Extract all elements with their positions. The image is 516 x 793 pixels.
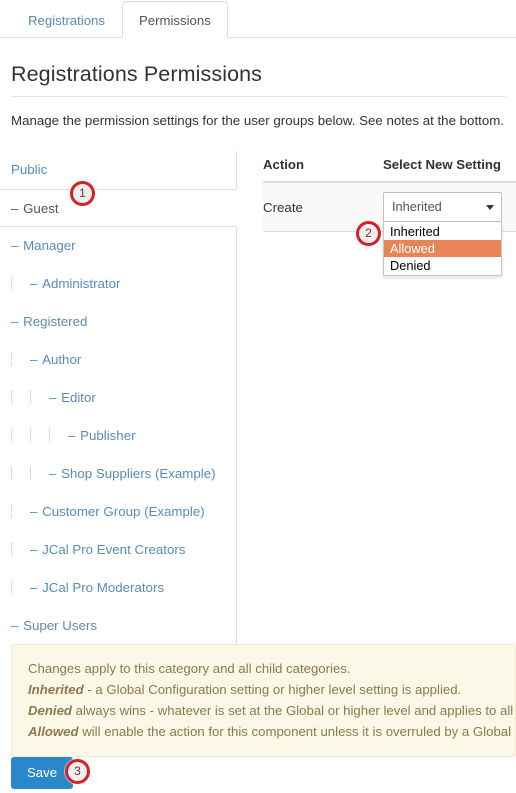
tree-guide-icon bbox=[30, 429, 49, 442]
sidebar-item-guest[interactable]: – Guest bbox=[0, 189, 237, 227]
setting-select-wrapper: Inherited Inherited Allowed Denied bbox=[383, 192, 502, 276]
note-text-inherited: - a Global Configuration setting or high… bbox=[83, 682, 462, 697]
setting-select-value: Inherited bbox=[392, 199, 442, 214]
permissions-table: Action Select New Setting Create Inherit… bbox=[263, 151, 516, 276]
tree-guide-icon bbox=[11, 581, 30, 594]
tree-dash: – bbox=[30, 580, 43, 595]
tree-dash: – bbox=[30, 542, 43, 557]
group-label: Registered bbox=[23, 314, 88, 329]
group-label: Shop Suppliers (Example) bbox=[61, 466, 216, 481]
note-term-denied: Denied bbox=[28, 703, 72, 718]
sidebar-item-registered[interactable]: – Registered bbox=[0, 303, 236, 341]
group-label: Author bbox=[42, 352, 82, 367]
tree-guide-icon bbox=[11, 505, 30, 518]
group-label: Public bbox=[11, 162, 48, 177]
tree-guide-icon bbox=[11, 429, 30, 442]
group-label: Publisher bbox=[80, 428, 136, 443]
tab-bar: Registrations Permissions bbox=[0, 0, 516, 38]
table-body: Create Inherited Inherited Allowed Denie… bbox=[263, 182, 516, 276]
setting-select-options: Inherited Allowed Denied bbox=[383, 222, 502, 276]
callout-badge-2: 2 bbox=[356, 221, 381, 246]
group-label: Guest bbox=[23, 201, 59, 216]
setting-select[interactable]: Inherited bbox=[383, 192, 502, 222]
sidebar-item-customer-group[interactable]: – Customer Group (Example) bbox=[0, 493, 236, 531]
setting-cell: Inherited Inherited Allowed Denied bbox=[383, 182, 516, 276]
option-denied[interactable]: Denied bbox=[384, 257, 501, 274]
tab-registrations[interactable]: Registrations bbox=[11, 1, 122, 38]
table-header-row: Action Select New Setting bbox=[263, 151, 516, 183]
note-line-3: Denied always wins - whatever is set at … bbox=[28, 700, 515, 721]
tab-permissions[interactable]: Permissions bbox=[121, 1, 228, 38]
sidebar-item-jcal-pro-event-creators[interactable]: – JCal Pro Event Creators bbox=[0, 531, 236, 569]
sidebar-item-public[interactable]: Public bbox=[0, 151, 236, 189]
note-line-4: Allowed will enable the action for this … bbox=[28, 721, 515, 742]
sidebar-item-manager[interactable]: – Manager bbox=[0, 227, 236, 265]
permissions-page: Registrations Permissions Registrations … bbox=[0, 0, 516, 793]
option-allowed[interactable]: Allowed bbox=[384, 240, 501, 257]
note-text-allowed: will enable the action for this componen… bbox=[78, 724, 516, 739]
group-label: Editor bbox=[61, 390, 96, 405]
note-term-allowed: Allowed bbox=[28, 724, 79, 739]
tree-guide-icon bbox=[30, 391, 49, 404]
tree-dash: – bbox=[11, 238, 24, 253]
user-group-list: Public – Guest – Manager – Administrator… bbox=[0, 151, 237, 646]
note-line-1: Changes apply to this category and all c… bbox=[28, 661, 351, 676]
tree-dash: – bbox=[11, 618, 24, 633]
tree-dash: – bbox=[11, 201, 24, 216]
group-label: JCal Pro Event Creators bbox=[42, 542, 186, 557]
footer-actions: Save bbox=[11, 757, 74, 789]
tree-dash: – bbox=[30, 352, 43, 367]
sidebar-item-shop-suppliers[interactable]: – Shop Suppliers (Example) bbox=[0, 455, 236, 493]
tree-guide-icon bbox=[11, 467, 30, 480]
column-header-action: Action bbox=[263, 151, 383, 183]
tree-dash: – bbox=[11, 314, 24, 329]
note-text-denied: always wins - whatever is set at the Glo… bbox=[71, 703, 516, 718]
group-label: JCal Pro Moderators bbox=[42, 580, 165, 595]
tree-guide-icon bbox=[11, 277, 30, 290]
sidebar-item-publisher[interactable]: – Publisher bbox=[0, 417, 236, 455]
tree-guide-icon bbox=[49, 429, 68, 442]
column-header-setting: Select New Setting bbox=[383, 151, 516, 183]
sidebar-item-administrator[interactable]: – Administrator bbox=[0, 265, 236, 303]
tree-guide-icon bbox=[11, 391, 30, 404]
option-inherited[interactable]: Inherited bbox=[384, 223, 501, 240]
callout-badge-3: 3 bbox=[65, 759, 90, 784]
save-button[interactable]: Save bbox=[11, 757, 74, 789]
callout-badge-1: 1 bbox=[70, 181, 95, 206]
notes-panel: Changes apply to this category and all c… bbox=[11, 644, 516, 757]
sidebar-item-jcal-pro-moderators[interactable]: – JCal Pro Moderators bbox=[0, 569, 236, 607]
main-area: Public – Guest – Manager – Administrator… bbox=[0, 151, 516, 646]
tree-dash: – bbox=[30, 504, 43, 519]
tree-dash: – bbox=[49, 390, 62, 405]
note-line-2: Inherited - a Global Configuration setti… bbox=[28, 679, 499, 700]
tree-guide-icon bbox=[11, 543, 30, 556]
sidebar-item-editor[interactable]: – Editor bbox=[0, 379, 236, 417]
tree-dash: – bbox=[30, 276, 43, 291]
tree-guide-icon bbox=[11, 353, 30, 366]
page-title: Registrations Permissions bbox=[11, 62, 263, 86]
chevron-down-icon bbox=[486, 205, 494, 210]
note-term-inherited: Inherited bbox=[28, 682, 84, 697]
sidebar-item-author[interactable]: – Author bbox=[0, 341, 236, 379]
table-row: Create Inherited Inherited Allowed Denie… bbox=[263, 182, 516, 276]
group-label: Manager bbox=[23, 238, 76, 253]
tree-dash: – bbox=[68, 428, 81, 443]
group-label: Administrator bbox=[42, 276, 121, 291]
page-lead-text: Manage the permission settings for the u… bbox=[11, 113, 505, 128]
tree-guide-icon bbox=[30, 467, 49, 480]
group-label: Super Users bbox=[23, 618, 97, 633]
tree-dash: – bbox=[49, 466, 62, 481]
group-label: Customer Group (Example) bbox=[42, 504, 205, 519]
table-head: Action Select New Setting bbox=[263, 151, 516, 183]
sidebar-item-super-users[interactable]: – Super Users bbox=[0, 607, 236, 645]
